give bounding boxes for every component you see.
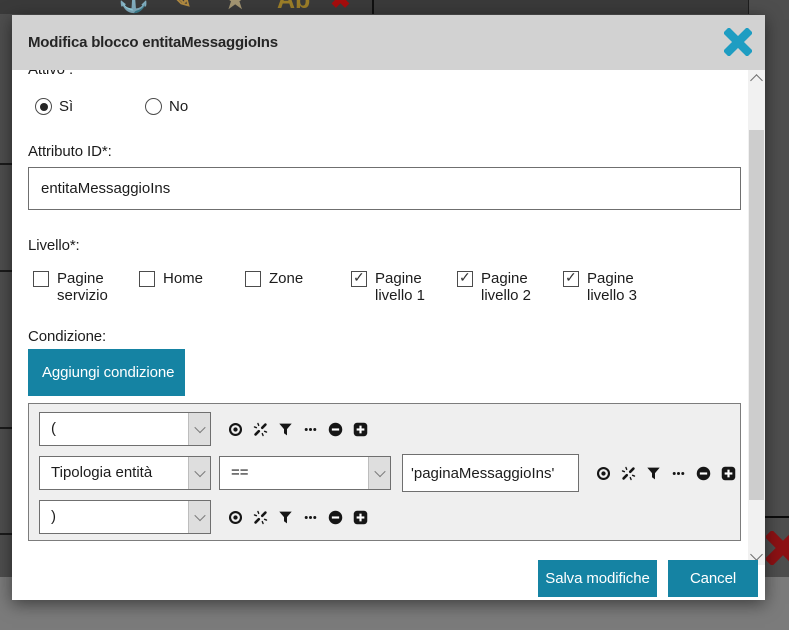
checkbox-option[interactable]: Pagine livello 2 bbox=[457, 270, 563, 306]
condition-select[interactable]: ) bbox=[39, 500, 211, 534]
attributo-id-input[interactable] bbox=[28, 167, 741, 210]
livello-label: Livello*: bbox=[28, 237, 741, 254]
background-divider bbox=[765, 516, 789, 518]
condition-row: ) bbox=[39, 500, 740, 534]
background-divider bbox=[0, 533, 12, 535]
condition-select[interactable]: ( bbox=[39, 412, 211, 446]
scrollbar-thumb[interactable] bbox=[749, 130, 764, 500]
attributo-id-label: Attributo ID*: bbox=[28, 143, 741, 160]
vertical-scrollbar[interactable] bbox=[748, 70, 765, 565]
background-divider bbox=[0, 163, 12, 165]
chevron-down-icon[interactable] bbox=[188, 501, 210, 533]
condizione-label: Condizione: bbox=[28, 328, 741, 345]
unlink-icon[interactable] bbox=[253, 510, 268, 525]
unlink-icon[interactable] bbox=[621, 466, 636, 481]
edit-block-modal: Modifica blocco entitaMessaggioIns Attiv… bbox=[12, 15, 765, 600]
condition-select-value: ( bbox=[40, 413, 188, 445]
condition-select[interactable]: Tipologia entità bbox=[39, 456, 211, 490]
radio-option[interactable]: No bbox=[145, 98, 188, 115]
add-icon[interactable] bbox=[721, 466, 736, 481]
ab-text-icon: Ab bbox=[277, 0, 310, 14]
condition-row-actions bbox=[228, 510, 368, 525]
checkbox-unchecked-icon[interactable] bbox=[139, 271, 155, 287]
background-divider bbox=[0, 427, 12, 429]
condition-row-actions bbox=[596, 466, 736, 481]
checkbox-unchecked-icon[interactable] bbox=[33, 271, 49, 287]
remove-icon[interactable] bbox=[696, 466, 711, 481]
checkbox-option[interactable]: Home bbox=[139, 270, 245, 306]
condition-row: ( bbox=[39, 412, 740, 446]
ellipsis-icon[interactable] bbox=[303, 510, 318, 525]
checkbox-checked-icon[interactable] bbox=[563, 271, 579, 287]
filter-icon[interactable] bbox=[278, 422, 293, 437]
condition-select-value: ) bbox=[40, 501, 188, 533]
attivo-field: Attivo : bbox=[28, 70, 741, 80]
checkbox-unchecked-icon[interactable] bbox=[245, 271, 261, 287]
checkbox-label: Pagine livello 1 bbox=[375, 270, 439, 304]
checkbox-checked-icon[interactable] bbox=[457, 271, 473, 287]
remove-icon[interactable] bbox=[328, 510, 343, 525]
checkbox-label: Pagine livello 3 bbox=[587, 270, 651, 304]
livello-checkbox-group: Pagine servizio Home Zone Pagine livello 1 P… bbox=[28, 270, 741, 306]
remove-icon[interactable] bbox=[328, 422, 343, 437]
add-icon[interactable] bbox=[353, 510, 368, 525]
background-toolbar: ⚓ ✎ ★ Ab ✖ bbox=[0, 0, 749, 14]
target-icon[interactable] bbox=[228, 422, 243, 437]
delete-icon: ✖ bbox=[330, 0, 351, 14]
filter-icon[interactable] bbox=[646, 466, 661, 481]
condition-row-actions bbox=[228, 422, 368, 437]
anchor-icon: ⚓ bbox=[118, 0, 149, 14]
target-icon[interactable] bbox=[228, 510, 243, 525]
modal-form: Attivo : Sì No Attributo ID*: Livello*: P… bbox=[28, 70, 741, 541]
condition-builder-panel: ( Tipologia entità == bbox=[28, 403, 741, 541]
chevron-down-icon[interactable] bbox=[188, 413, 210, 445]
target-icon[interactable] bbox=[596, 466, 611, 481]
checkbox-label: Pagine livello 2 bbox=[481, 270, 545, 304]
condition-select-value: == bbox=[220, 457, 368, 489]
condition-value-input[interactable] bbox=[402, 454, 579, 492]
add-condition-button[interactable]: Aggiungi condizione bbox=[28, 349, 185, 396]
checkbox-option[interactable]: Pagine livello 3 bbox=[563, 270, 669, 306]
condition-row: Tipologia entità == bbox=[39, 454, 740, 492]
star-icon: ★ bbox=[224, 0, 246, 14]
ellipsis-icon[interactable] bbox=[671, 466, 686, 481]
close-icon[interactable] bbox=[724, 28, 752, 56]
modal-title: Modifica blocco entitaMessaggioIns bbox=[28, 34, 278, 51]
chevron-down-icon[interactable] bbox=[368, 457, 390, 489]
modal-body: Attivo : Sì No Attributo ID*: Livello*: P… bbox=[12, 70, 765, 600]
add-icon[interactable] bbox=[353, 422, 368, 437]
modal-header: Modifica blocco entitaMessaggioIns bbox=[12, 15, 765, 70]
toolbar-divider bbox=[372, 0, 374, 14]
radio-unselected-icon[interactable] bbox=[145, 98, 162, 115]
scroll-down-icon[interactable] bbox=[750, 548, 763, 561]
radio-label: No bbox=[169, 98, 188, 115]
background-divider bbox=[0, 270, 12, 272]
save-button[interactable]: Salva modifiche bbox=[538, 560, 657, 597]
chevron-down-icon[interactable] bbox=[188, 457, 210, 489]
checkbox-checked-icon[interactable] bbox=[351, 271, 367, 287]
ellipsis-icon[interactable] bbox=[303, 422, 318, 437]
attivo-label: Attivo : bbox=[28, 70, 741, 78]
condition-select[interactable]: == bbox=[219, 456, 391, 490]
unlink-icon[interactable] bbox=[253, 422, 268, 437]
checkbox-label: Home bbox=[163, 270, 203, 287]
edit-icon: ✎ bbox=[171, 0, 192, 14]
cancel-button[interactable]: Cancel bbox=[668, 560, 758, 597]
attivo-radio-group: Sì No bbox=[28, 98, 741, 116]
condition-select-value: Tipologia entità bbox=[40, 457, 188, 489]
scroll-up-icon[interactable] bbox=[750, 74, 763, 87]
checkbox-label: Pagine servizio bbox=[57, 270, 121, 304]
checkbox-option[interactable]: Pagine servizio bbox=[33, 270, 139, 306]
checkbox-option[interactable]: Zone bbox=[245, 270, 351, 306]
checkbox-label: Zone bbox=[269, 270, 303, 287]
radio-selected-icon[interactable] bbox=[35, 98, 52, 115]
radio-label: Sì bbox=[59, 98, 73, 115]
checkbox-option[interactable]: Pagine livello 1 bbox=[351, 270, 457, 306]
delete-icon bbox=[766, 531, 789, 565]
filter-icon[interactable] bbox=[278, 510, 293, 525]
radio-option[interactable]: Sì bbox=[35, 98, 73, 115]
